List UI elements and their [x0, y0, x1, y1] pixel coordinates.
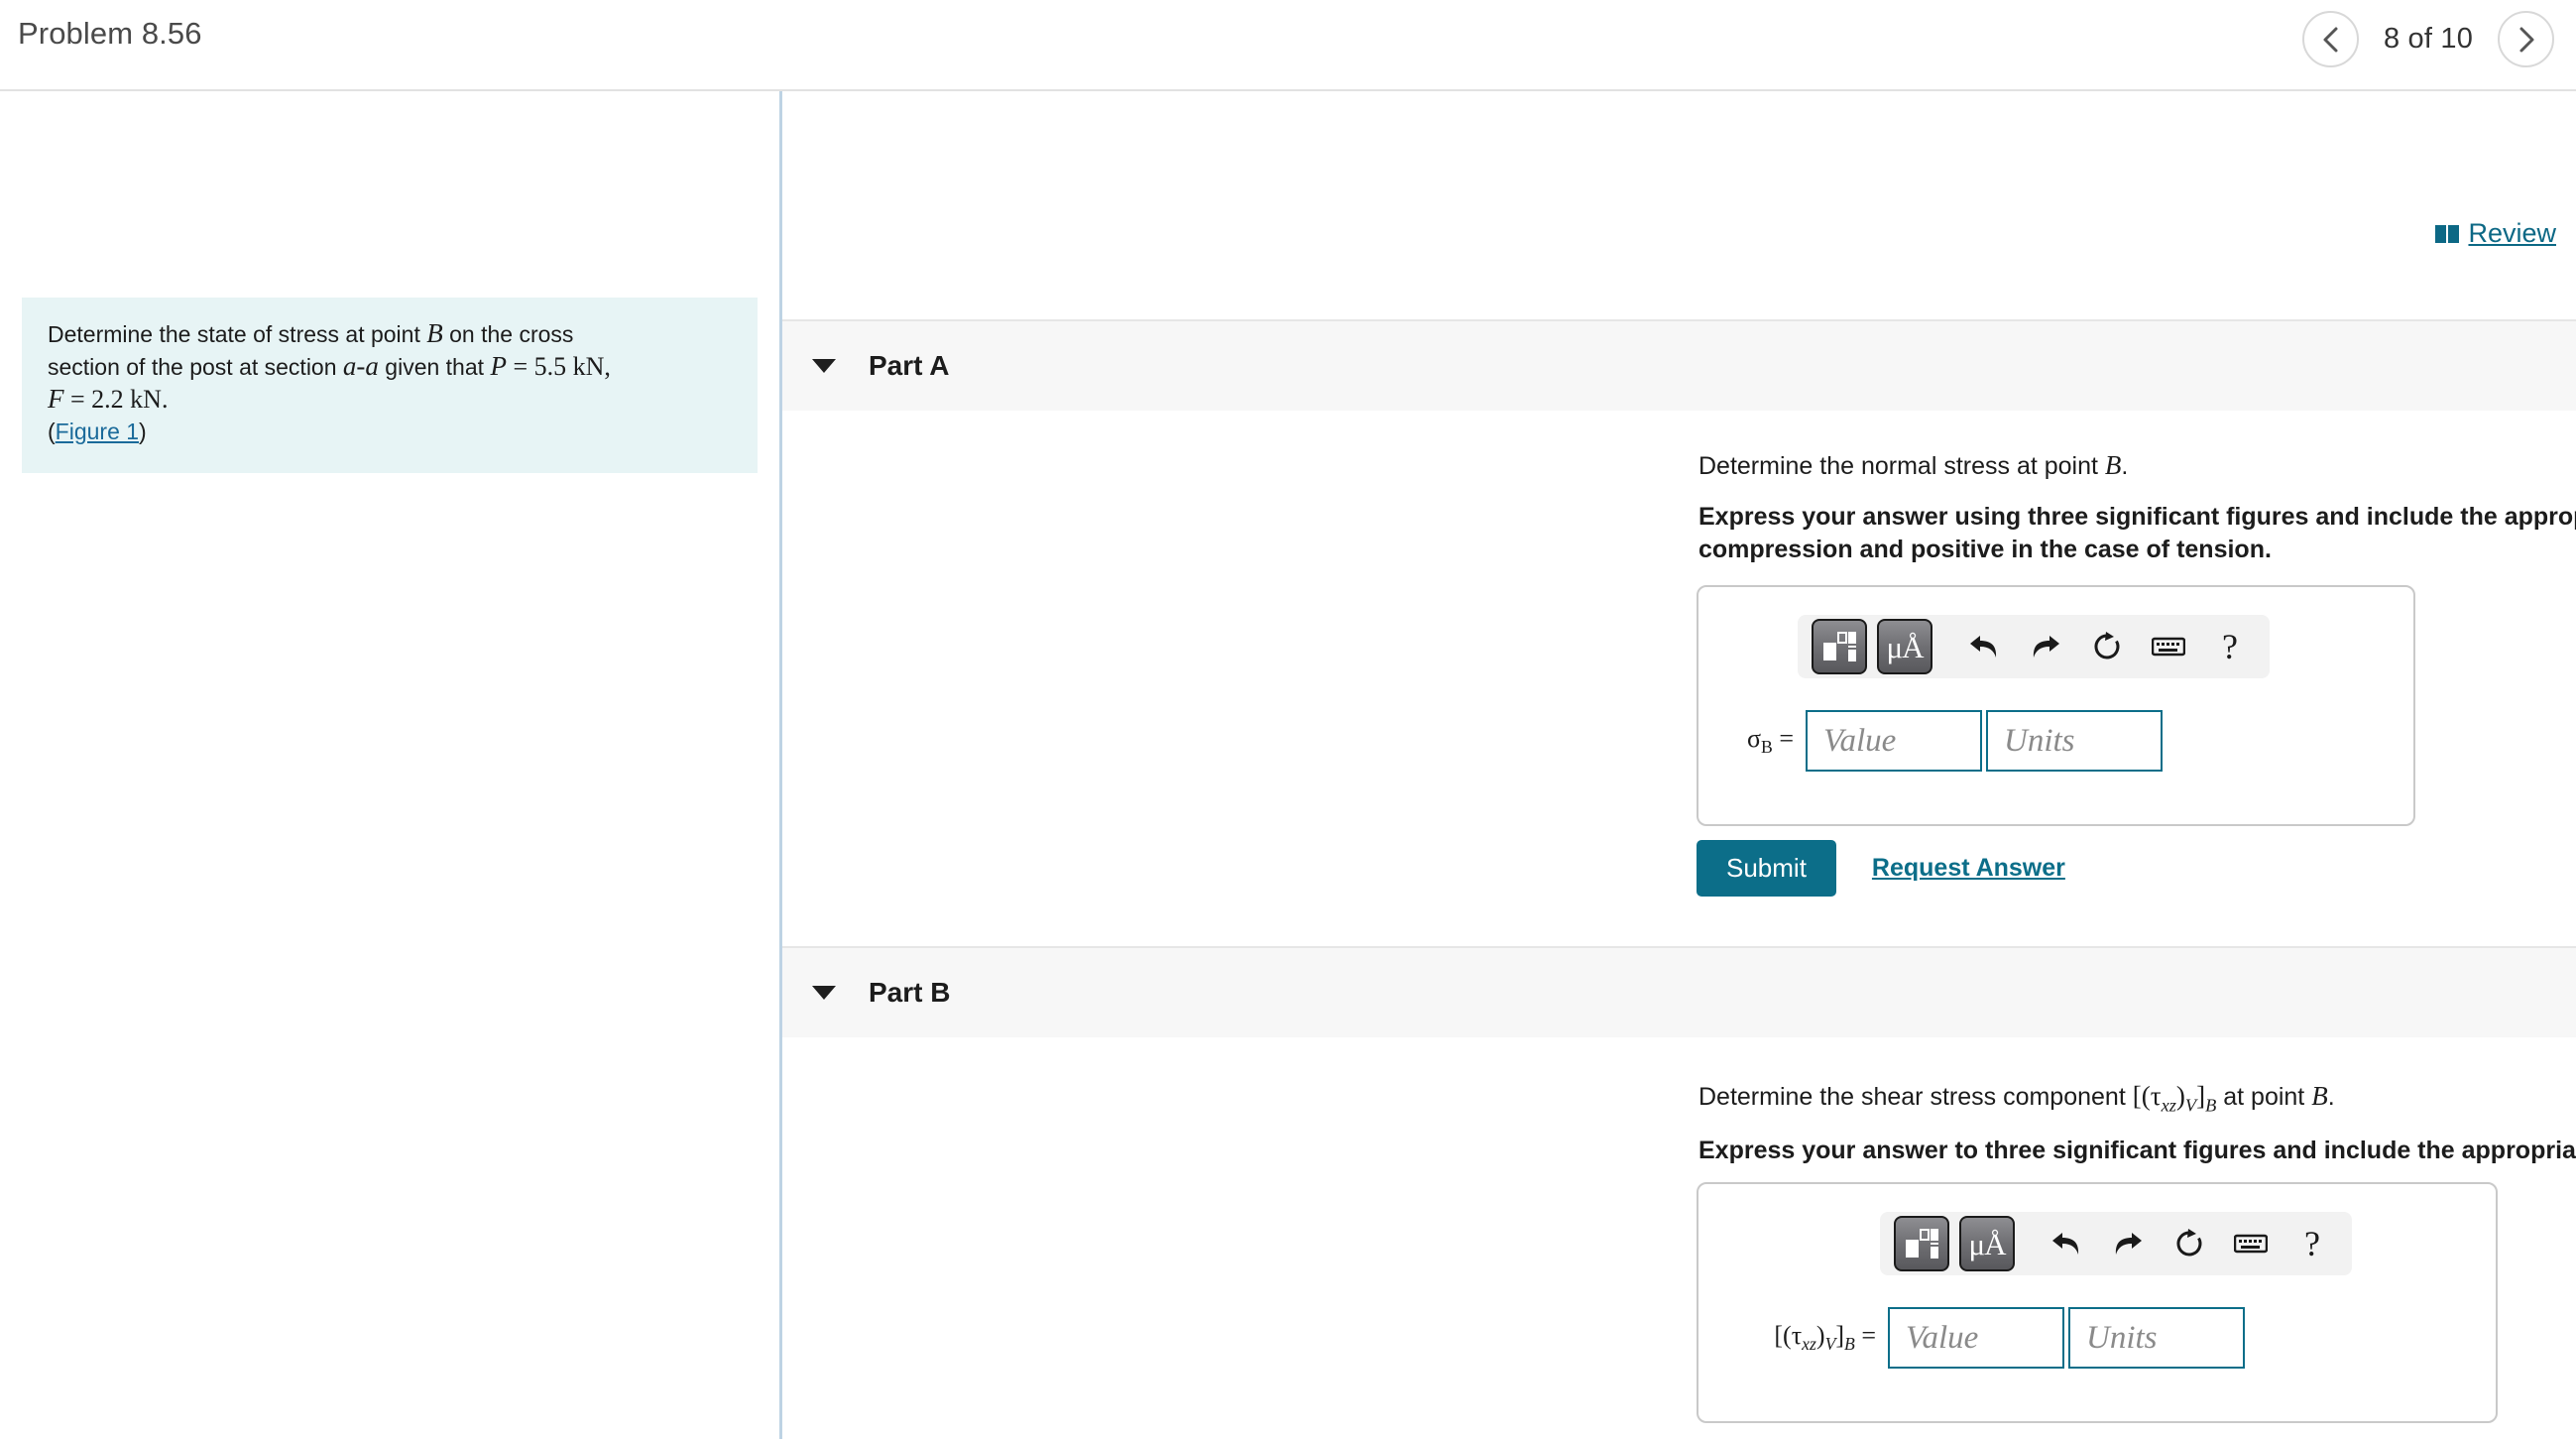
content-area: Determine the state of stress at point B…	[0, 91, 2576, 1439]
help-glyph: ?	[2304, 1224, 2320, 1263]
part-b-question-suffix: .	[2327, 1083, 2335, 1111]
redo-arrow-icon[interactable]	[2102, 1216, 2154, 1271]
review-label: Review	[2468, 218, 2556, 248]
part-b-label: Part B	[869, 977, 951, 1008]
undo-arrow-icon[interactable]	[1958, 619, 2010, 674]
statement-text-2c: = 5.5 kN,	[506, 352, 611, 381]
part-a-question-prefix: Determine the normal stress at point	[1698, 452, 2105, 480]
part-b-question-var: B	[2311, 1081, 2328, 1111]
figure-1-link[interactable]: Figure 1	[56, 419, 139, 444]
units-glyph: μÅ	[1886, 629, 1924, 664]
statement-var-aa: a-a	[342, 351, 379, 381]
keyboard-icon[interactable]	[2225, 1216, 2277, 1271]
chevron-right-icon	[2519, 27, 2533, 52]
part-a-question-var: B	[2104, 450, 2122, 480]
chevron-left-icon	[2323, 27, 2337, 52]
problem-statement-pane: Determine the state of stress at point B…	[0, 91, 782, 1439]
statement-text-2b: given that	[378, 354, 491, 380]
statement-figure-line: (Figure 1)	[48, 416, 732, 447]
math-template-icon[interactable]	[1812, 619, 1867, 674]
part-a-input-row: σB =	[1722, 710, 2163, 772]
part-a-request-answer-link[interactable]: Request Answer	[1872, 854, 2065, 883]
math-template-icon[interactable]	[1894, 1216, 1949, 1271]
statement-text-1b: on the cross	[442, 321, 574, 347]
statement-line-3: F = 2.2 kN.	[48, 383, 732, 416]
statement-line-1: Determine the state of stress at point B…	[48, 317, 732, 350]
part-b-instruction: Express your answer to three significant…	[1698, 1137, 2576, 1164]
units-glyph: μÅ	[1968, 1226, 2006, 1261]
answer-pane: Review Part A Determine the normal stres…	[782, 91, 2576, 1439]
statement-text-3a: = 2.2 kN.	[63, 385, 169, 414]
micro-angstrom-units-icon[interactable]: μÅ	[1959, 1216, 2015, 1271]
part-b-toolbar: μÅ ?	[1880, 1212, 2352, 1275]
pagination-control: 8 of 10	[2302, 11, 2554, 67]
help-glyph: ?	[2222, 627, 2238, 666]
help-question-icon[interactable]: ?	[2286, 1216, 2338, 1271]
part-a-question-suffix: .	[2121, 452, 2129, 480]
micro-angstrom-units-icon[interactable]: μÅ	[1877, 619, 1932, 674]
part-b-units-input[interactable]	[2068, 1307, 2245, 1369]
statement-var-F: F	[48, 384, 64, 414]
page-indicator-label: 8 of 10	[2383, 23, 2474, 55]
part-a-value-input[interactable]	[1806, 710, 1982, 772]
statement-var-P: P	[490, 351, 507, 381]
part-a-label: Part A	[869, 350, 950, 381]
book-icon	[2435, 224, 2460, 243]
statement-text-1a: Determine the state of stress at point	[48, 321, 427, 347]
top-header-bar: Problem 8.56 8 of 10	[0, 0, 2576, 91]
redo-arrow-icon[interactable]	[2020, 619, 2071, 674]
part-b-value-input[interactable]	[1888, 1307, 2064, 1369]
caret-down-icon	[812, 986, 836, 1000]
paren-open: (	[48, 419, 56, 444]
part-a-toolbar: μÅ ?	[1798, 615, 2270, 678]
part-b-question-expression: [(τxz)V]B	[2132, 1081, 2217, 1116]
review-link[interactable]: Review	[2434, 218, 2556, 249]
part-a-header[interactable]: Part A	[782, 319, 2576, 411]
next-problem-button[interactable]	[2498, 11, 2554, 67]
part-b-header[interactable]: Part B	[782, 946, 2576, 1037]
part-a-question: Determine the normal stress at point B.	[1698, 448, 2128, 483]
statement-text-2a: section of the post at section	[48, 354, 343, 380]
paren-close: )	[139, 419, 147, 444]
part-b-question: Determine the shear stress component [(τ…	[1698, 1079, 2335, 1122]
statement-var-B: B	[426, 318, 443, 348]
part-a-answer-label: σB =	[1747, 723, 1794, 758]
part-b-question-mid: at point	[2216, 1083, 2312, 1111]
reset-circle-icon[interactable]	[2164, 1216, 2215, 1271]
part-a-submit-button[interactable]: Submit	[1697, 840, 1836, 897]
keyboard-icon[interactable]	[2143, 619, 2194, 674]
part-b-input-row: [(τxz)V]B =	[1722, 1307, 2245, 1369]
part-a-answer-box: μÅ ? σB = Value Units	[1697, 585, 2415, 826]
help-question-icon[interactable]: ?	[2204, 619, 2256, 674]
undo-arrow-icon[interactable]	[2041, 1216, 2092, 1271]
reset-circle-icon[interactable]	[2081, 619, 2133, 674]
part-a-instruction: Express your answer using three signific…	[1698, 503, 2576, 563]
statement-line-2: section of the post at section a-a given…	[48, 350, 732, 383]
part-b-answer-box: μÅ ? [(τxz)V]B = Value Units	[1697, 1182, 2498, 1423]
part-b-question-prefix: Determine the shear stress component	[1698, 1083, 2133, 1111]
part-b-answer-label: [(τxz)V]B =	[1774, 1320, 1876, 1355]
part-a-units-input[interactable]	[1986, 710, 2163, 772]
problem-statement-box: Determine the state of stress at point B…	[22, 298, 758, 473]
page-title: Problem 8.56	[18, 16, 202, 51]
previous-problem-button[interactable]	[2302, 11, 2359, 67]
part-a-submit-row: Submit Request Answer	[1697, 840, 2065, 897]
caret-down-icon	[812, 359, 836, 373]
